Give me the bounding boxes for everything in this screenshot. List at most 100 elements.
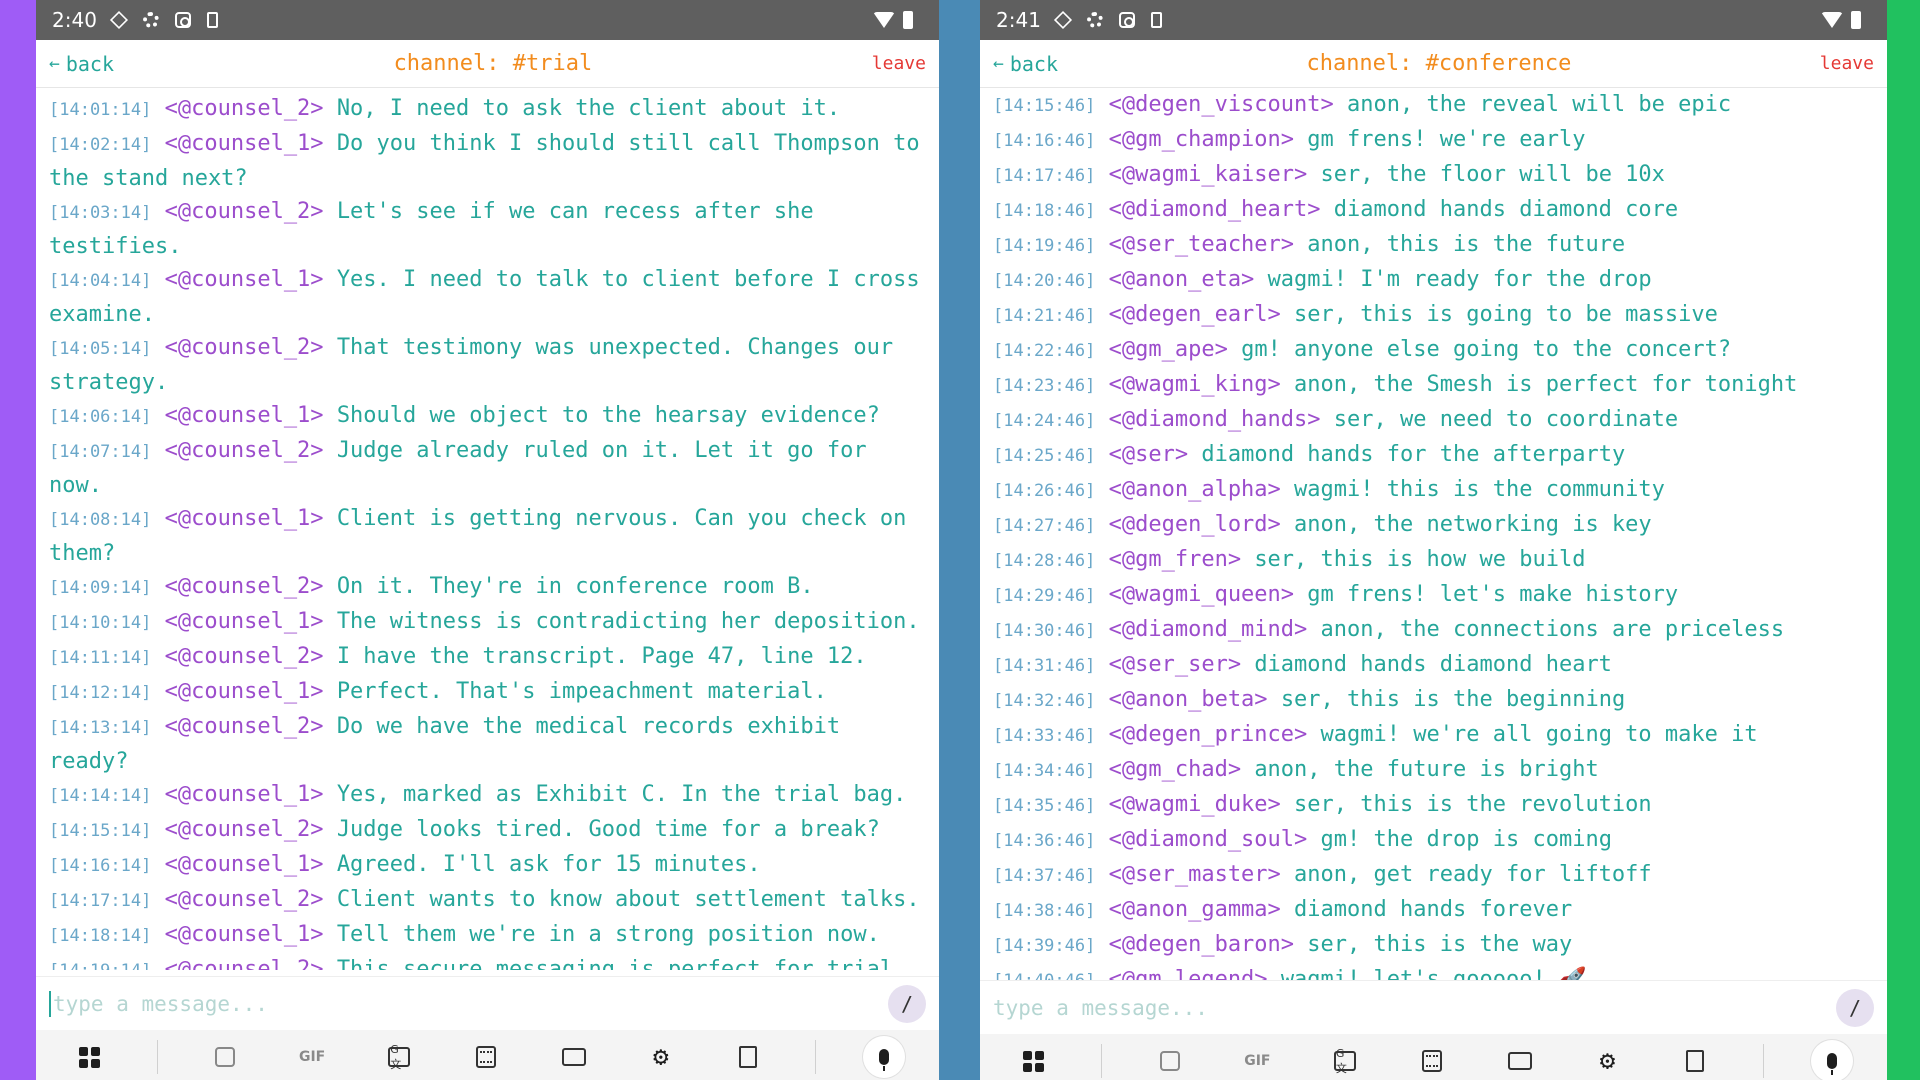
back-label: back: [1009, 51, 1059, 76]
message-list[interactable]: [14:01:14] <@counsel_2> No, I need to as…: [36, 88, 939, 970]
leave-button[interactable]: leave: [1820, 53, 1874, 74]
message-text: No, I need to ask the client about it.: [336, 96, 841, 121]
message-timestamp: [14:18:14]: [49, 926, 152, 946]
message-nick[interactable]: <@counsel_1>: [165, 782, 324, 807]
message-timestamp: [14:19:46]: [993, 236, 1096, 256]
message-nick[interactable]: <@wagmi_king>: [1109, 372, 1281, 397]
message-nick[interactable]: <@counsel_2>: [165, 817, 324, 842]
message-nick[interactable]: <@wagmi_duke>: [1109, 792, 1281, 817]
back-button[interactable]: ← back: [49, 52, 114, 76]
message-nick[interactable]: <@ser_ser>: [1109, 652, 1241, 677]
message-nick[interactable]: <@counsel_1>: [165, 609, 324, 634]
apps-button[interactable]: [70, 1037, 110, 1077]
message-nick[interactable]: <@counsel_2>: [165, 335, 324, 360]
message-nick[interactable]: <@degen_earl>: [1109, 302, 1281, 327]
mic-button[interactable]: [863, 1036, 906, 1078]
message-row: [14:40:46] <@gm_legend> wagmi! let's goo…: [993, 963, 1874, 980]
calculator-button[interactable]: [1412, 1041, 1452, 1080]
calculator-button[interactable]: [466, 1037, 506, 1077]
wifi-icon: [873, 12, 895, 28]
left-edge-strip: [0, 0, 36, 1080]
translate-button[interactable]: G文: [379, 1037, 419, 1077]
settings-button[interactable]: ⚙: [1587, 1041, 1627, 1080]
message-text: anon, this is the future: [1307, 232, 1626, 257]
message-row: [14:05:14] <@counsel_2> That testimony w…: [49, 331, 926, 399]
message-nick[interactable]: <@gm_fren>: [1109, 547, 1241, 572]
message-nick[interactable]: <@counsel_1>: [165, 131, 324, 156]
sticker-button[interactable]: [205, 1037, 245, 1077]
message-nick[interactable]: <@counsel_1>: [165, 403, 324, 428]
message-nick[interactable]: <@diamond_mind>: [1109, 617, 1308, 642]
message-row: [14:21:46] <@degen_earl> ser, this is go…: [993, 298, 1874, 333]
message-row: [14:18:46] <@diamond_heart> diamond hand…: [993, 193, 1874, 228]
message-nick[interactable]: <@anon_eta>: [1109, 267, 1255, 292]
message-nick[interactable]: <@ser_master>: [1109, 862, 1281, 887]
message-list[interactable]: [14:15:46] <@degen_viscount> anon, the r…: [980, 88, 1887, 980]
message-timestamp: [14:14:14]: [49, 786, 152, 806]
apps-button[interactable]: [1014, 1041, 1054, 1080]
keyboard-icon: [561, 1048, 586, 1066]
message-text: wagmi! I'm ready for the drop: [1267, 267, 1652, 292]
message-nick[interactable]: <@counsel_2>: [165, 574, 324, 599]
message-input[interactable]: [993, 995, 1836, 1020]
message-nick[interactable]: <@degen_lord>: [1109, 512, 1281, 537]
message-nick[interactable]: <@counsel_2>: [165, 438, 324, 463]
message-row: [14:22:46] <@gm_ape> gm! anyone else goi…: [993, 333, 1874, 368]
message-nick[interactable]: <@diamond_heart>: [1109, 197, 1321, 222]
message-nick[interactable]: <@counsel_2>: [165, 644, 324, 669]
message-nick[interactable]: <@counsel_1>: [165, 506, 324, 531]
message-nick[interactable]: <@degen_prince>: [1109, 722, 1308, 747]
message-nick[interactable]: <@gm_ape>: [1109, 337, 1228, 362]
message-nick[interactable]: <@anon_gamma>: [1109, 897, 1281, 922]
message-text: ser, this is going to be massive: [1294, 302, 1718, 327]
gif-button[interactable]: GIF: [292, 1037, 332, 1077]
keyboard-button[interactable]: [1500, 1041, 1540, 1080]
message-row: [14:11:14] <@counsel_2> I have the trans…: [49, 640, 926, 675]
message-nick[interactable]: <@counsel_1>: [165, 922, 324, 947]
translate-button[interactable]: G文: [1325, 1041, 1365, 1080]
message-nick[interactable]: <@counsel_1>: [165, 679, 324, 704]
message-nick[interactable]: <@counsel_1>: [165, 852, 324, 877]
message-text: gm! the drop is coming: [1320, 827, 1612, 852]
clipboard-button[interactable]: [1675, 1041, 1715, 1080]
message-nick[interactable]: <@degen_viscount>: [1109, 92, 1334, 117]
message-nick[interactable]: <@counsel_1>: [165, 267, 324, 292]
message-timestamp: [14:21:46]: [993, 306, 1096, 326]
sticker-button[interactable]: [1150, 1041, 1190, 1080]
message-row: [14:19:46] <@ser_teacher> anon, this is …: [993, 228, 1874, 263]
wifi-icon: [1821, 12, 1843, 28]
message-nick[interactable]: <@counsel_2>: [165, 96, 324, 121]
keyboard-button[interactable]: [554, 1037, 594, 1077]
message-nick[interactable]: <@diamond_soul>: [1109, 827, 1308, 852]
settings-button[interactable]: ⚙: [641, 1037, 681, 1077]
message-nick[interactable]: <@degen_baron>: [1109, 932, 1294, 957]
message-timestamp: [14:18:46]: [993, 201, 1096, 221]
message-nick[interactable]: <@counsel_2>: [165, 957, 324, 970]
message-nick[interactable]: <@wagmi_queen>: [1109, 582, 1294, 607]
message-nick[interactable]: <@anon_beta>: [1109, 687, 1268, 712]
message-nick[interactable]: <@counsel_2>: [165, 714, 324, 739]
message-nick[interactable]: <@gm_champion>: [1109, 127, 1294, 152]
message-nick[interactable]: <@diamond_hands>: [1109, 407, 1321, 432]
clipboard-button[interactable]: [728, 1037, 768, 1077]
message-input[interactable]: [53, 991, 888, 1016]
message-timestamp: [14:16:14]: [49, 856, 152, 876]
slash-command-button[interactable]: /: [1836, 988, 1874, 1027]
message-text: Judge looks tired. Good time for a break…: [336, 817, 880, 842]
gif-button[interactable]: GIF: [1237, 1041, 1277, 1080]
slash-command-button[interactable]: /: [888, 984, 926, 1023]
mic-button[interactable]: [1811, 1040, 1854, 1080]
message-timestamp: [14:10:14]: [49, 613, 152, 633]
message-nick[interactable]: <@wagmi_kaiser>: [1109, 162, 1308, 187]
message-nick[interactable]: <@gm_chad>: [1109, 757, 1241, 782]
back-button[interactable]: ← back: [993, 52, 1058, 76]
message-nick[interactable]: <@counsel_2>: [165, 887, 324, 912]
message-nick[interactable]: <@ser>: [1109, 442, 1188, 467]
message-nick[interactable]: <@gm_legend>: [1109, 967, 1268, 980]
message-nick[interactable]: <@ser_teacher>: [1109, 232, 1294, 257]
message-nick[interactable]: <@anon_alpha>: [1109, 477, 1281, 502]
message-nick[interactable]: <@counsel_2>: [165, 199, 324, 224]
message-timestamp: [14:20:46]: [993, 271, 1096, 291]
message-text: ser, this is the way: [1307, 932, 1573, 957]
leave-button[interactable]: leave: [872, 53, 926, 74]
